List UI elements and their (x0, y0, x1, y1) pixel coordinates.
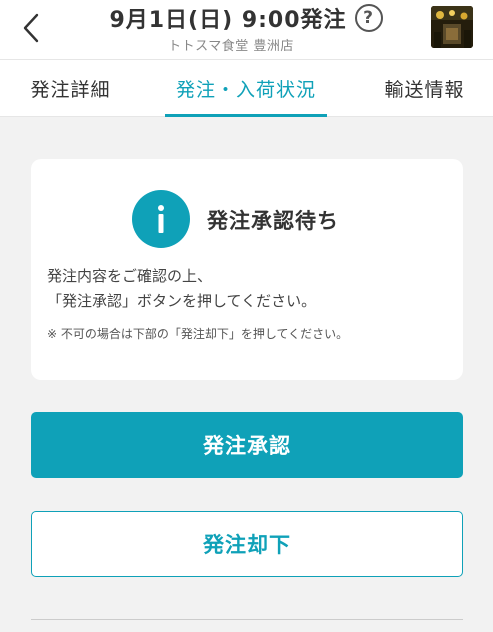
tab-transport-info[interactable]: 輸送情報 (356, 60, 493, 117)
store-photo-image (431, 6, 473, 48)
tab-bar: 発注詳細 発注・入荷状況 輸送情報 (0, 59, 493, 117)
store-avatar[interactable] (431, 6, 473, 48)
page-title-text: 9月1日(日) 9:00発注 (109, 8, 347, 33)
reject-order-button[interactable]: 発注却下 (31, 511, 463, 577)
page-title: 9月1日(日) 9:00発注 ? (109, 2, 383, 34)
status-message: 発注内容をご確認の上、 「発注承認」ボタンを押してください。 (47, 264, 457, 314)
approve-order-button[interactable]: 発注承認 (31, 412, 463, 478)
status-card: 発注承認待ち 発注内容をご確認の上、 「発注承認」ボタンを押してください。 ※ … (31, 159, 463, 380)
status-title: 発注承認待ち (207, 209, 339, 233)
status-note: ※ 不可の場合は下部の「発注却下」を押してください。 (47, 327, 349, 341)
info-glyph (158, 205, 164, 233)
status-message-line-1: 発注内容をご確認の上、 (47, 267, 213, 285)
header-title-block: 9月1日(日) 9:00発注 ? トトスマ食堂 豊洲店 (60, 2, 432, 54)
status-message-line-2: 「発注承認」ボタンを押してください。 (47, 292, 317, 310)
question-circle-icon: ? (363, 8, 374, 28)
info-icon (132, 190, 190, 248)
store-name: トトスマ食堂 豊洲店 (168, 39, 294, 54)
divider (31, 619, 463, 620)
help-button[interactable]: ? (354, 4, 383, 32)
tab-order-arrival-status[interactable]: 発注・入荷状況 (160, 60, 332, 117)
active-tab-indicator (165, 114, 327, 117)
tab-order-details[interactable]: 発注詳細 (0, 60, 141, 117)
app-header: 9月1日(日) 9:00発注 ? トトスマ食堂 豊洲店 (0, 0, 493, 59)
